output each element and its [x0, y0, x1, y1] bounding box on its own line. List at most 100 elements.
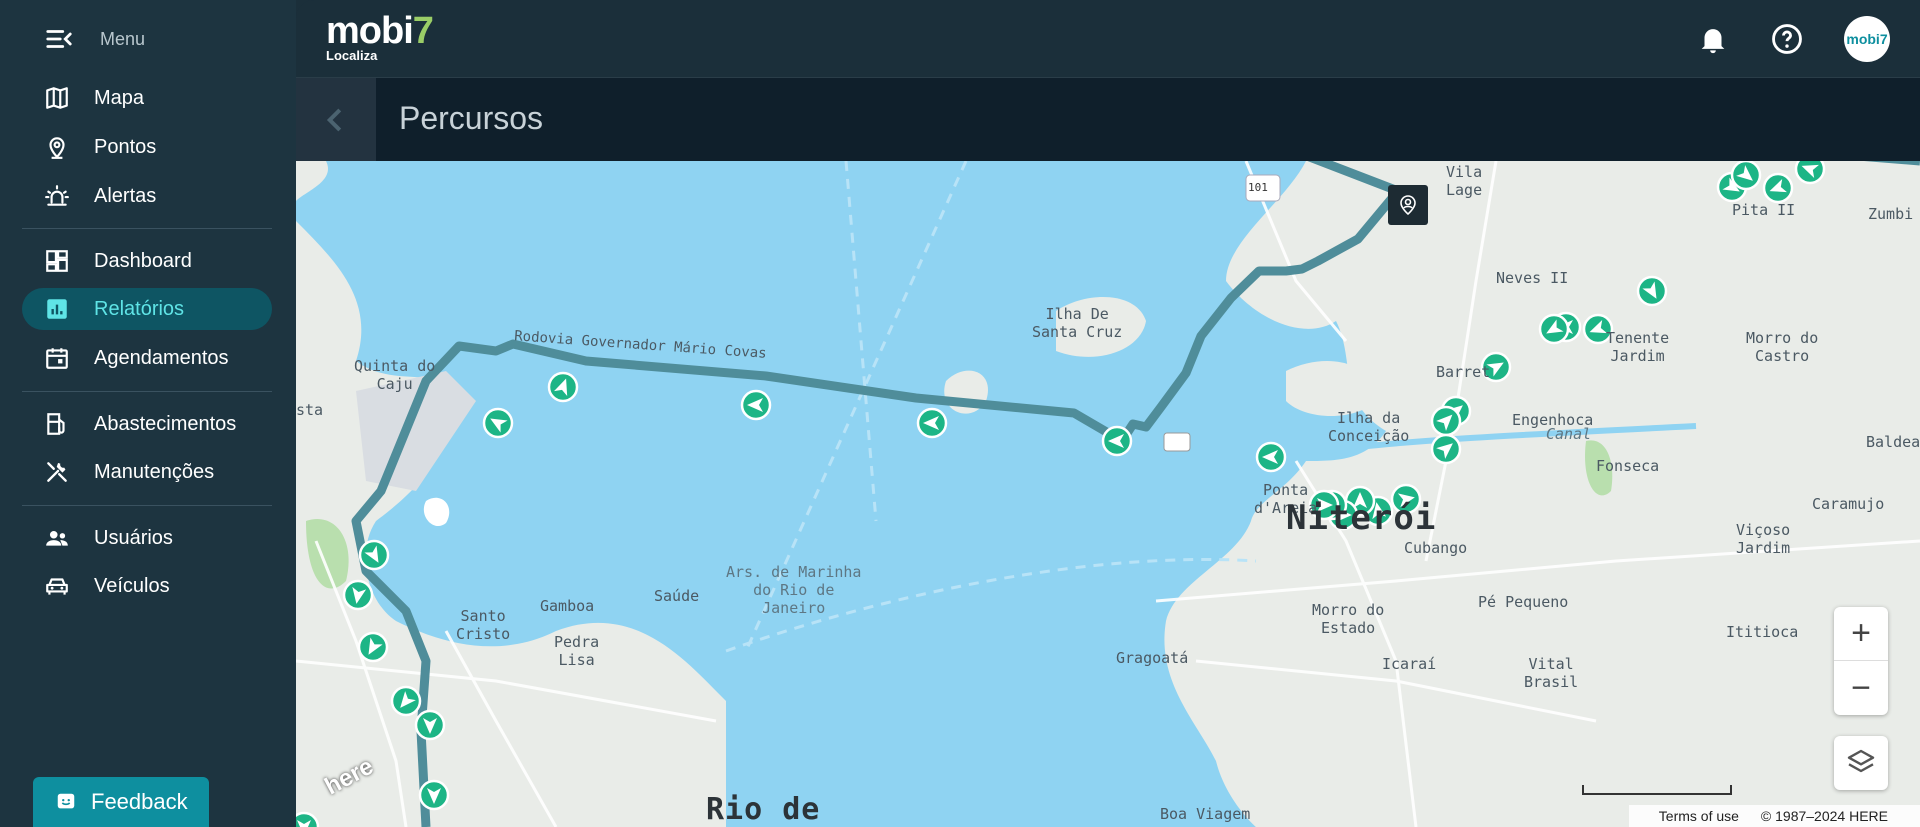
map-label: sta	[296, 401, 324, 419]
feedback-smile-icon	[57, 793, 75, 809]
route-marker[interactable]	[418, 779, 450, 811]
terms-of-use-link[interactable]: Terms of use	[1659, 808, 1739, 824]
map-label: Gragoatá	[1116, 649, 1189, 667]
map[interactable]: Vila Lage Pita II Zumbi Neves II Ilha De S…	[296, 161, 1920, 827]
location-pin-icon	[49, 137, 65, 159]
route-marker[interactable]	[342, 579, 374, 611]
route-marker[interactable]	[1430, 433, 1462, 465]
map-label: Vila Lage	[1446, 163, 1483, 199]
route-marker[interactable]	[1430, 405, 1462, 437]
divider	[22, 505, 272, 506]
map-scale-bar	[1582, 785, 1732, 795]
copyright-text: © 1987–2024 HERE	[1760, 808, 1888, 824]
sidebar-item-alertas[interactable]: Alertas	[22, 175, 272, 217]
map-label: Quinta do Caju	[354, 357, 436, 393]
menu-toggle[interactable]: Menu	[44, 24, 145, 54]
map-label: Ititioca	[1726, 623, 1799, 641]
sidebar-item-usuarios[interactable]: Usuários	[22, 517, 272, 559]
map-icon	[46, 87, 68, 109]
route-marker[interactable]	[1101, 425, 1133, 457]
sidebar-item-mapa[interactable]: Mapa	[22, 77, 272, 119]
route-marker[interactable]	[916, 407, 948, 439]
logo[interactable]: mobi7 Localiza	[326, 10, 434, 63]
fuel-pump-icon	[47, 413, 65, 435]
route-marker[interactable]	[357, 631, 389, 663]
map-label: Barret	[1436, 363, 1491, 381]
calendar-icon	[46, 348, 68, 369]
sidebar-item-label: Usuários	[94, 526, 173, 549]
logo-accent: 7	[412, 10, 434, 52]
map-label: Pita II	[1732, 201, 1796, 219]
map-label: Icaraí	[1382, 655, 1437, 673]
map-label: Ilha da Conceição	[1328, 409, 1410, 445]
route-marker[interactable]	[1255, 441, 1287, 473]
help-icon[interactable]	[1770, 22, 1804, 56]
map-label: Neves II	[1496, 269, 1569, 287]
logo-text: mobi	[326, 10, 414, 52]
route-marker[interactable]	[1794, 161, 1826, 185]
sidebar-item-pontos[interactable]: Pontos	[22, 126, 272, 168]
zoom-out-button[interactable]: −	[1834, 661, 1888, 715]
route-marker[interactable]	[390, 685, 422, 717]
route-marker[interactable]	[1730, 161, 1762, 191]
route-marker[interactable]	[1636, 275, 1668, 307]
map-label: Ilha De Santa Cruz	[1032, 305, 1123, 341]
divider	[22, 391, 272, 392]
map-label: Saúde	[654, 587, 700, 605]
poi-toggle-button[interactable]	[1388, 185, 1428, 225]
layers-button[interactable]	[1834, 736, 1888, 790]
sidebar-item-abastecimentos[interactable]: Abastecimentos	[22, 403, 272, 445]
bar-chart-icon	[47, 299, 67, 319]
sidebar-item-label: Manutenções	[94, 460, 215, 483]
sidebar-item-relatorios[interactable]: Relatórios	[22, 288, 272, 330]
layers-icon	[1847, 749, 1875, 773]
feedback-button[interactable]: Feedback	[33, 777, 209, 827]
map-label-city: Rio de	[706, 792, 821, 827]
sidebar-item-label: Veículos	[94, 574, 170, 597]
page-header: Percursos	[296, 77, 1920, 162]
sidebar-item-label: Abastecimentos	[94, 412, 237, 435]
map-label: Santo Cristo	[456, 607, 511, 643]
zoom-in-button[interactable]: +	[1834, 607, 1888, 661]
car-icon	[46, 578, 68, 595]
sidebar-item-label: Agendamentos	[94, 346, 229, 369]
page-title: Percursos	[399, 100, 544, 136]
sidebar-item-label: Alertas	[94, 184, 157, 207]
chevron-left-icon	[326, 108, 342, 132]
feedback-label: Feedback	[91, 789, 188, 814]
users-icon	[46, 530, 68, 546]
map-label: Pedra Lisa	[554, 633, 600, 669]
back-button[interactable]	[296, 78, 376, 162]
map-label: Baldead	[1866, 433, 1920, 451]
sidebar-item-agendamentos[interactable]: Agendamentos	[22, 337, 272, 379]
map-label: Vital Brasil	[1524, 655, 1579, 691]
route-marker[interactable]	[547, 371, 579, 403]
route-markers	[296, 161, 1826, 827]
sidebar-item-dashboard[interactable]: Dashboard	[22, 240, 272, 282]
map-label: Fonseca	[1596, 457, 1660, 475]
sidebar-item-label: Dashboard	[94, 249, 192, 272]
sidebar: Menu Mapa Pontos Alertas Dashboard Relat…	[0, 0, 296, 827]
route-marker[interactable]	[358, 539, 390, 571]
route-marker[interactable]	[414, 709, 446, 741]
map-label: Morro do Castro	[1746, 329, 1819, 365]
sidebar-item-label: Mapa	[94, 86, 145, 109]
map-label-city: Niterói	[1286, 498, 1437, 538]
route-marker[interactable]	[482, 407, 514, 439]
notification-bell-icon[interactable]	[1696, 22, 1730, 56]
route-marker[interactable]	[740, 389, 772, 421]
wrench-icon	[47, 462, 67, 482]
map-label: Gamboa	[540, 597, 595, 615]
top-bar: mobi7 Localiza mobi7	[296, 0, 1920, 77]
route-marker[interactable]	[296, 811, 320, 827]
route-marker[interactable]	[1762, 172, 1794, 204]
avatar[interactable]: mobi7	[1844, 16, 1890, 62]
map-label: Pé Pequeno	[1478, 593, 1569, 611]
menu-collapse-icon	[46, 30, 72, 48]
route-marker[interactable]	[1538, 313, 1570, 345]
divider	[22, 228, 272, 229]
sidebar-item-label: Pontos	[94, 135, 157, 158]
sidebar-item-manutencoes[interactable]: Manutenções	[22, 451, 272, 493]
sidebar-item-veiculos[interactable]: Veículos	[22, 565, 272, 607]
map-label: Ars. de Marinha do Rio de Janeiro	[726, 563, 862, 617]
